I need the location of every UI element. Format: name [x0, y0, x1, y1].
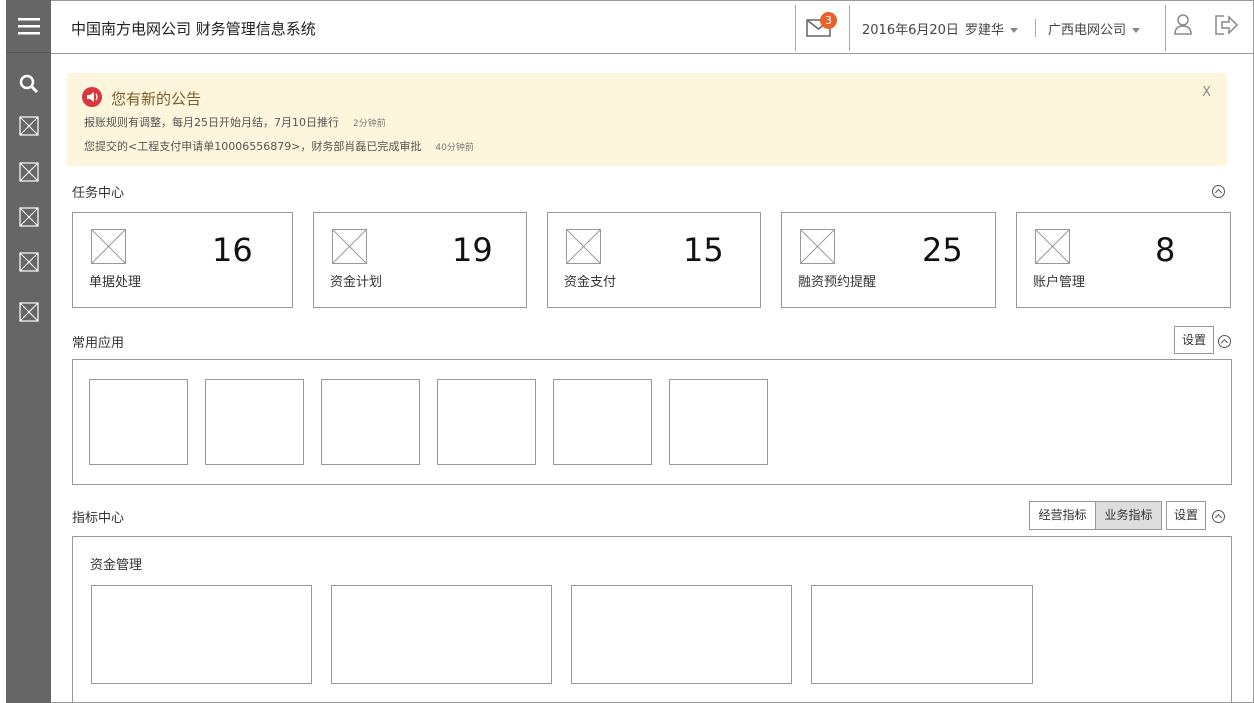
common-apps-title: 常用应用: [72, 336, 125, 351]
announcement-title: 您有新的公告: [111, 90, 202, 108]
collapse-icon[interactable]: [1212, 185, 1225, 198]
task-card[interactable]: 16 单据处理: [72, 212, 293, 308]
task-label: 资金计划: [330, 275, 383, 290]
task-label: 账户管理: [1033, 275, 1086, 290]
header-divider: [1165, 5, 1166, 51]
image-placeholder-icon: [566, 229, 601, 264]
task-count: 25: [922, 231, 963, 269]
metrics-panel-title: 资金管理: [90, 558, 143, 573]
metric-tile[interactable]: [91, 585, 312, 684]
task-card[interactable]: 15 资金支付: [547, 212, 761, 308]
sidebar-item-1-icon[interactable]: [19, 116, 39, 136]
app-tile[interactable]: [553, 379, 652, 465]
collapse-icon[interactable]: [1212, 510, 1225, 523]
task-count: 15: [683, 231, 724, 269]
task-card[interactable]: 8 账户管理: [1016, 212, 1231, 308]
app-tile[interactable]: [437, 379, 536, 465]
user-icon[interactable]: [1173, 14, 1193, 36]
header-date: 2016年6月20日: [862, 23, 959, 38]
task-card[interactable]: 25 融资预约提醒: [781, 212, 996, 308]
task-label: 融资预约提醒: [798, 275, 877, 290]
menu-icon: [17, 18, 40, 35]
header-divider: [849, 5, 850, 51]
sidebar-item-3-icon[interactable]: [19, 207, 39, 227]
announcement-item[interactable]: 您提交的<工程支付申请单10006556879>，财务部肖磊已完成审批 40分钟前: [84, 138, 474, 154]
chevron-down-icon: [1132, 28, 1141, 33]
company-selector[interactable]: 广西电网公司: [1048, 19, 1141, 38]
task-card[interactable]: 19 资金计划: [313, 212, 527, 308]
metric-tile[interactable]: [331, 585, 552, 684]
user-name: 罗建华: [965, 23, 1005, 38]
menu-button[interactable]: [6, 0, 51, 53]
announcement-text: 您提交的<工程支付申请单10006556879>，财务部肖磊已完成审批: [84, 140, 422, 153]
app-tile[interactable]: [669, 379, 768, 465]
sidebar: [6, 0, 51, 703]
app-tile[interactable]: [321, 379, 420, 465]
announcement-banner: 您有新的公告 报账规则有调整，每月25日开始月结，7月10日推行 2分钟前 您提交…: [67, 73, 1227, 166]
announcement-time: 40分钟前: [435, 143, 474, 153]
header-divider: [795, 5, 796, 51]
image-placeholder-icon: [1035, 229, 1070, 264]
mail-count-badge: 3: [820, 12, 837, 29]
company-name: 广西电网公司: [1048, 23, 1127, 38]
announcement-time: 2分钟前: [353, 119, 386, 129]
task-label: 单据处理: [89, 275, 142, 290]
apps-settings-button[interactable]: 设置: [1174, 326, 1214, 354]
tab-operation-metrics[interactable]: 经营指标: [1029, 501, 1096, 530]
metrics-settings-button[interactable]: 设置: [1166, 501, 1206, 530]
close-button[interactable]: X: [1202, 85, 1211, 100]
logout-icon[interactable]: [1213, 14, 1239, 36]
search-icon[interactable]: [19, 74, 39, 94]
app-title: 中国南方电网公司 财务管理信息系统: [71, 20, 316, 38]
sidebar-item-2-icon[interactable]: [19, 162, 39, 182]
header-divider: [1035, 19, 1036, 37]
speaker-icon: [82, 87, 102, 107]
metrics-center-title: 指标中心: [72, 511, 125, 526]
metric-tile[interactable]: [811, 585, 1033, 684]
app-tile[interactable]: [205, 379, 304, 465]
announcement-text: 报账规则有调整，每月25日开始月结，7月10日推行: [84, 116, 339, 129]
app-tile[interactable]: [89, 379, 188, 465]
user-menu[interactable]: 罗建华: [965, 19, 1019, 38]
sidebar-item-4-icon[interactable]: [19, 252, 39, 272]
image-placeholder-icon: [800, 229, 835, 264]
task-count: 19: [452, 231, 493, 269]
chevron-down-icon: [1010, 28, 1019, 33]
top-header: 中国南方电网公司 财务管理信息系统 2016年6月20日 罗建华 广西电网公司: [51, 0, 1254, 54]
task-count: 8: [1155, 231, 1176, 269]
sidebar-item-5-icon[interactable]: [19, 302, 39, 322]
app-frame: 中国南方电网公司 财务管理信息系统 2016年6月20日 罗建华 广西电网公司 …: [0, 0, 1254, 703]
task-count: 16: [212, 231, 253, 269]
collapse-icon[interactable]: [1218, 335, 1231, 348]
image-placeholder-icon: [332, 229, 367, 264]
image-placeholder-icon: [91, 229, 126, 264]
metric-tile[interactable]: [571, 585, 792, 684]
tab-business-metrics[interactable]: 业务指标: [1095, 501, 1162, 530]
task-label: 资金支付: [564, 275, 617, 290]
task-center-title: 任务中心: [72, 186, 125, 201]
announcement-item[interactable]: 报账规则有调整，每月25日开始月结，7月10日推行 2分钟前: [84, 114, 386, 130]
